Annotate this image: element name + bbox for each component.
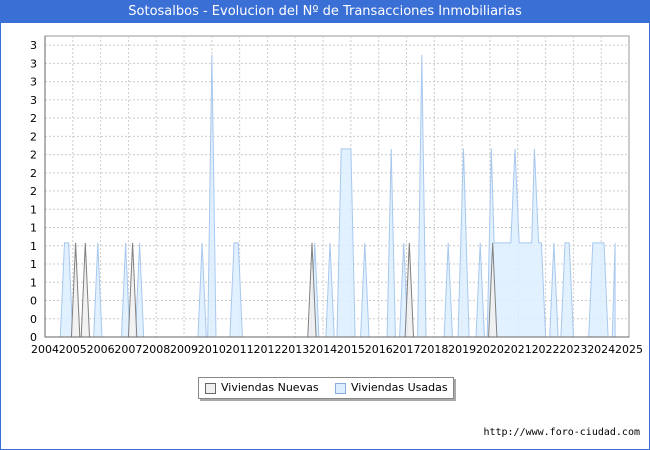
x-tick-label: 2015 [337, 343, 365, 356]
x-tick-label: 2020 [476, 343, 504, 356]
y-tick-label: 1 [30, 203, 37, 216]
y-tick-label: 1 [30, 258, 37, 271]
x-tick-label: 2013 [281, 343, 309, 356]
x-tick-label: 2018 [420, 343, 448, 356]
x-tick-label: 2024 [587, 343, 615, 356]
y-tick-label: 0 [30, 295, 37, 308]
x-tick-label: 2017 [393, 343, 421, 356]
x-tick-label: 2022 [532, 343, 560, 356]
x-tick-label: 2004 [31, 343, 59, 356]
x-tick-label: 2021 [504, 343, 532, 356]
y-tick-label: 1 [30, 276, 37, 289]
x-tick-label: 2023 [559, 343, 587, 356]
chart-legend: Viviendas Nuevas Viviendas Usadas [198, 377, 454, 399]
y-tick-label: 1 [30, 222, 37, 235]
legend-swatch-nuevas [205, 383, 216, 394]
y-tick-label: 1 [30, 240, 37, 253]
x-tick-label: 2006 [87, 343, 115, 356]
legend-label-nuevas: Viviendas Nuevas [221, 381, 319, 394]
y-tick-label: 2 [30, 149, 37, 162]
x-tick-label: 2008 [142, 343, 170, 356]
y-tick-label: 3 [30, 57, 37, 70]
x-tick-label: 2014 [309, 343, 337, 356]
y-tick-label: 0 [30, 313, 37, 326]
x-tick-label: 2010 [198, 343, 226, 356]
x-tick-label: 2011 [226, 343, 254, 356]
y-tick-label: 3 [30, 39, 37, 52]
x-tick-label: 2019 [448, 343, 476, 356]
x-tick-label: 2016 [365, 343, 393, 356]
x-tick-label: 2007 [114, 343, 142, 356]
legend-label-usadas: Viviendas Usadas [351, 381, 448, 394]
y-tick-label: 2 [30, 185, 37, 198]
x-tick-label: 2012 [253, 343, 281, 356]
y-tick-label: 3 [30, 94, 37, 107]
legend-swatch-usadas [335, 383, 346, 394]
source-url: http://www.foro-ciudad.com [483, 427, 640, 438]
x-tick-label: 2009 [170, 343, 198, 356]
y-tick-label: 2 [30, 112, 37, 125]
y-tick-label: 3 [30, 76, 37, 89]
x-tick-label: 2005 [59, 343, 87, 356]
x-tick-label: 2025 [615, 343, 643, 356]
y-tick-label: 2 [30, 130, 37, 143]
y-tick-label: 2 [30, 167, 37, 180]
